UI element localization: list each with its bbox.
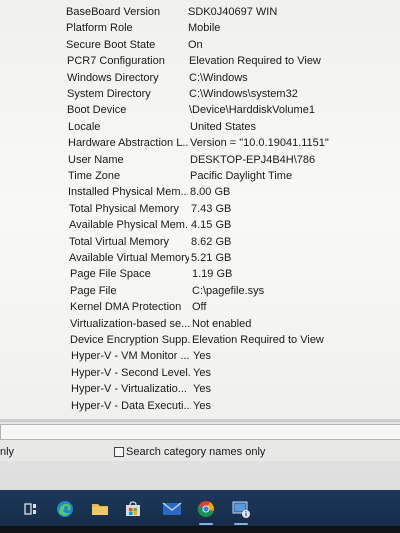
table-row[interactable]: Platform Role Mobile	[0, 22, 400, 38]
item-cell: Virtualization-based se...	[70, 317, 190, 330]
value-cell: 5.21 GB	[191, 252, 232, 264]
table-row[interactable]: BaseBoard Version SDK0J40697 WIN	[0, 6, 400, 22]
item-cell: Hyper-V - VM Monitor ...	[71, 350, 190, 363]
item-cell: Total Virtual Memory	[69, 235, 170, 248]
file-explorer-icon[interactable]	[89, 498, 111, 520]
value-cell: C:\Windows\system32	[189, 88, 298, 100]
item-cell: Installed Physical Mem...	[68, 186, 188, 199]
table-row[interactable]: Time Zone Pacific Daylight Time	[0, 170, 400, 186]
table-row[interactable]: Total Virtual Memory 8.62 GB	[0, 236, 400, 252]
item-cell: BaseBoard Version	[66, 6, 161, 18]
item-cell: Available Physical Mem...	[69, 219, 189, 232]
item-cell: Hyper-V - Second Level...	[71, 366, 191, 379]
table-row[interactable]: Virtualization-based se... Not enabled	[0, 318, 400, 334]
table-row[interactable]: Secure Boot State On	[0, 39, 400, 55]
table-row[interactable]: Available Physical Mem... 4.15 GB	[0, 219, 400, 235]
system-summary-table: BaseBoard Version SDK0J40697 WIN Platform …	[0, 0, 400, 420]
value-cell: Pacific Daylight Time	[190, 170, 293, 182]
item-cell: Platform Role	[66, 22, 133, 35]
value-cell: Elevation Required to View	[192, 334, 324, 346]
item-cell: PCR7 Configuration	[67, 55, 165, 68]
screen: BaseBoard Version SDK0J40697 WIN Platform …	[0, 0, 400, 533]
table-row[interactable]: Boot Device \Device\HarddiskVolume1	[0, 104, 400, 120]
value-cell: Elevation Required to View	[189, 55, 321, 68]
edge-icon[interactable]	[54, 498, 76, 520]
value-cell: DESKTOP-EPJ4B4H\786	[190, 153, 316, 166]
value-cell: Not enabled	[192, 317, 252, 330]
value-cell: Yes	[193, 366, 211, 379]
table-row[interactable]: PCR7 Configuration Elevation Required to …	[0, 55, 400, 71]
mail-icon[interactable]	[161, 498, 183, 520]
item-cell: Boot Device	[67, 104, 127, 117]
value-cell: Yes	[193, 383, 211, 396]
value-cell: On	[188, 38, 203, 51]
value-cell: Yes	[193, 350, 211, 363]
item-cell: Hyper-V - Data Executi...	[71, 399, 191, 412]
table-row[interactable]: User Name DESKTOP-EPJ4B4H\786	[0, 154, 400, 170]
value-cell: 4.15 GB	[191, 219, 232, 232]
search-selected-category-only-label: nly	[0, 446, 15, 458]
value-cell: Mobile	[188, 22, 221, 35]
value-cell: 1.19 GB	[192, 268, 233, 281]
item-cell: Secure Boot State	[66, 38, 156, 51]
find-what-input[interactable]	[0, 424, 400, 440]
item-cell: Device Encryption Supp...	[70, 334, 190, 346]
item-cell: User Name	[68, 153, 124, 166]
table-row[interactable]: Windows Directory C:\Windows	[0, 72, 400, 88]
task-view-icon[interactable]	[20, 498, 42, 520]
table-row[interactable]: Device Encryption Supp... Elevation Requi…	[0, 334, 400, 350]
table-row[interactable]: Installed Physical Mem... 8.00 GB	[0, 186, 400, 202]
value-cell: 8.62 GB	[191, 235, 232, 248]
item-cell: Available Virtual Memory	[69, 252, 189, 264]
value-cell: \Device\HarddiskVolume1	[189, 104, 315, 117]
item-cell: Kernel DMA Protection	[70, 301, 182, 314]
value-cell: United States	[190, 120, 257, 133]
table-row[interactable]: Hardware Abstraction L... Version = "10.0…	[0, 137, 400, 153]
item-cell: Time Zone	[68, 170, 121, 182]
item-cell: Page File	[70, 284, 117, 297]
item-cell: Total Physical Memory	[69, 202, 180, 215]
chrome-icon[interactable]	[195, 498, 217, 525]
value-cell: 8.00 GB	[190, 186, 231, 199]
value-cell: Yes	[193, 399, 211, 412]
search-category-names-checkbox[interactable]	[114, 447, 124, 457]
table-row[interactable]: Total Physical Memory 7.43 GB	[0, 203, 400, 219]
item-cell: Hardware Abstraction L...	[68, 137, 188, 150]
table-row[interactable]: System Directory C:\Windows\system32	[0, 88, 400, 104]
table-row[interactable]: Page File Space 1.19 GB	[0, 268, 400, 284]
store-icon[interactable]	[122, 498, 144, 520]
item-cell: System Directory	[67, 88, 151, 100]
table-row[interactable]: Kernel DMA Protection Off	[0, 301, 400, 317]
window-bottom-edge	[0, 461, 400, 490]
item-cell: Locale	[68, 120, 101, 133]
value-cell: Off	[192, 301, 207, 314]
table-row[interactable]: Hyper-V - Virtualizatio... Yes	[0, 383, 400, 399]
item-cell: Hyper-V - Virtualizatio...	[71, 383, 187, 396]
value-cell: 7.43 GB	[191, 202, 232, 215]
value-cell: SDK0J40697 WIN	[188, 6, 278, 18]
table-row[interactable]: Hyper-V - Second Level... Yes	[0, 367, 400, 383]
table-row[interactable]: Hyper-V - Data Executi... Yes	[0, 400, 400, 416]
table-row[interactable]: Locale United States	[0, 121, 400, 137]
value-cell: C:\Windows	[189, 71, 248, 84]
search-category-names-label[interactable]: Search category names only	[126, 446, 265, 458]
find-bar: nly Search category names only	[0, 421, 400, 461]
item-cell: Windows Directory	[67, 71, 159, 84]
value-cell: C:\pagefile.sys	[192, 284, 265, 297]
table-row[interactable]: Hyper-V - VM Monitor ... Yes	[0, 350, 400, 366]
table-row[interactable]: Available Virtual Memory 5.21 GB	[0, 252, 400, 268]
table-row[interactable]: Page File C:\pagefile.sys	[0, 285, 400, 301]
item-cell: Page File Space	[70, 268, 151, 281]
value-cell: Version = "10.0.19041.1151"	[190, 137, 329, 150]
screen-bezel	[0, 526, 400, 533]
system-information-icon[interactable]	[230, 498, 252, 525]
